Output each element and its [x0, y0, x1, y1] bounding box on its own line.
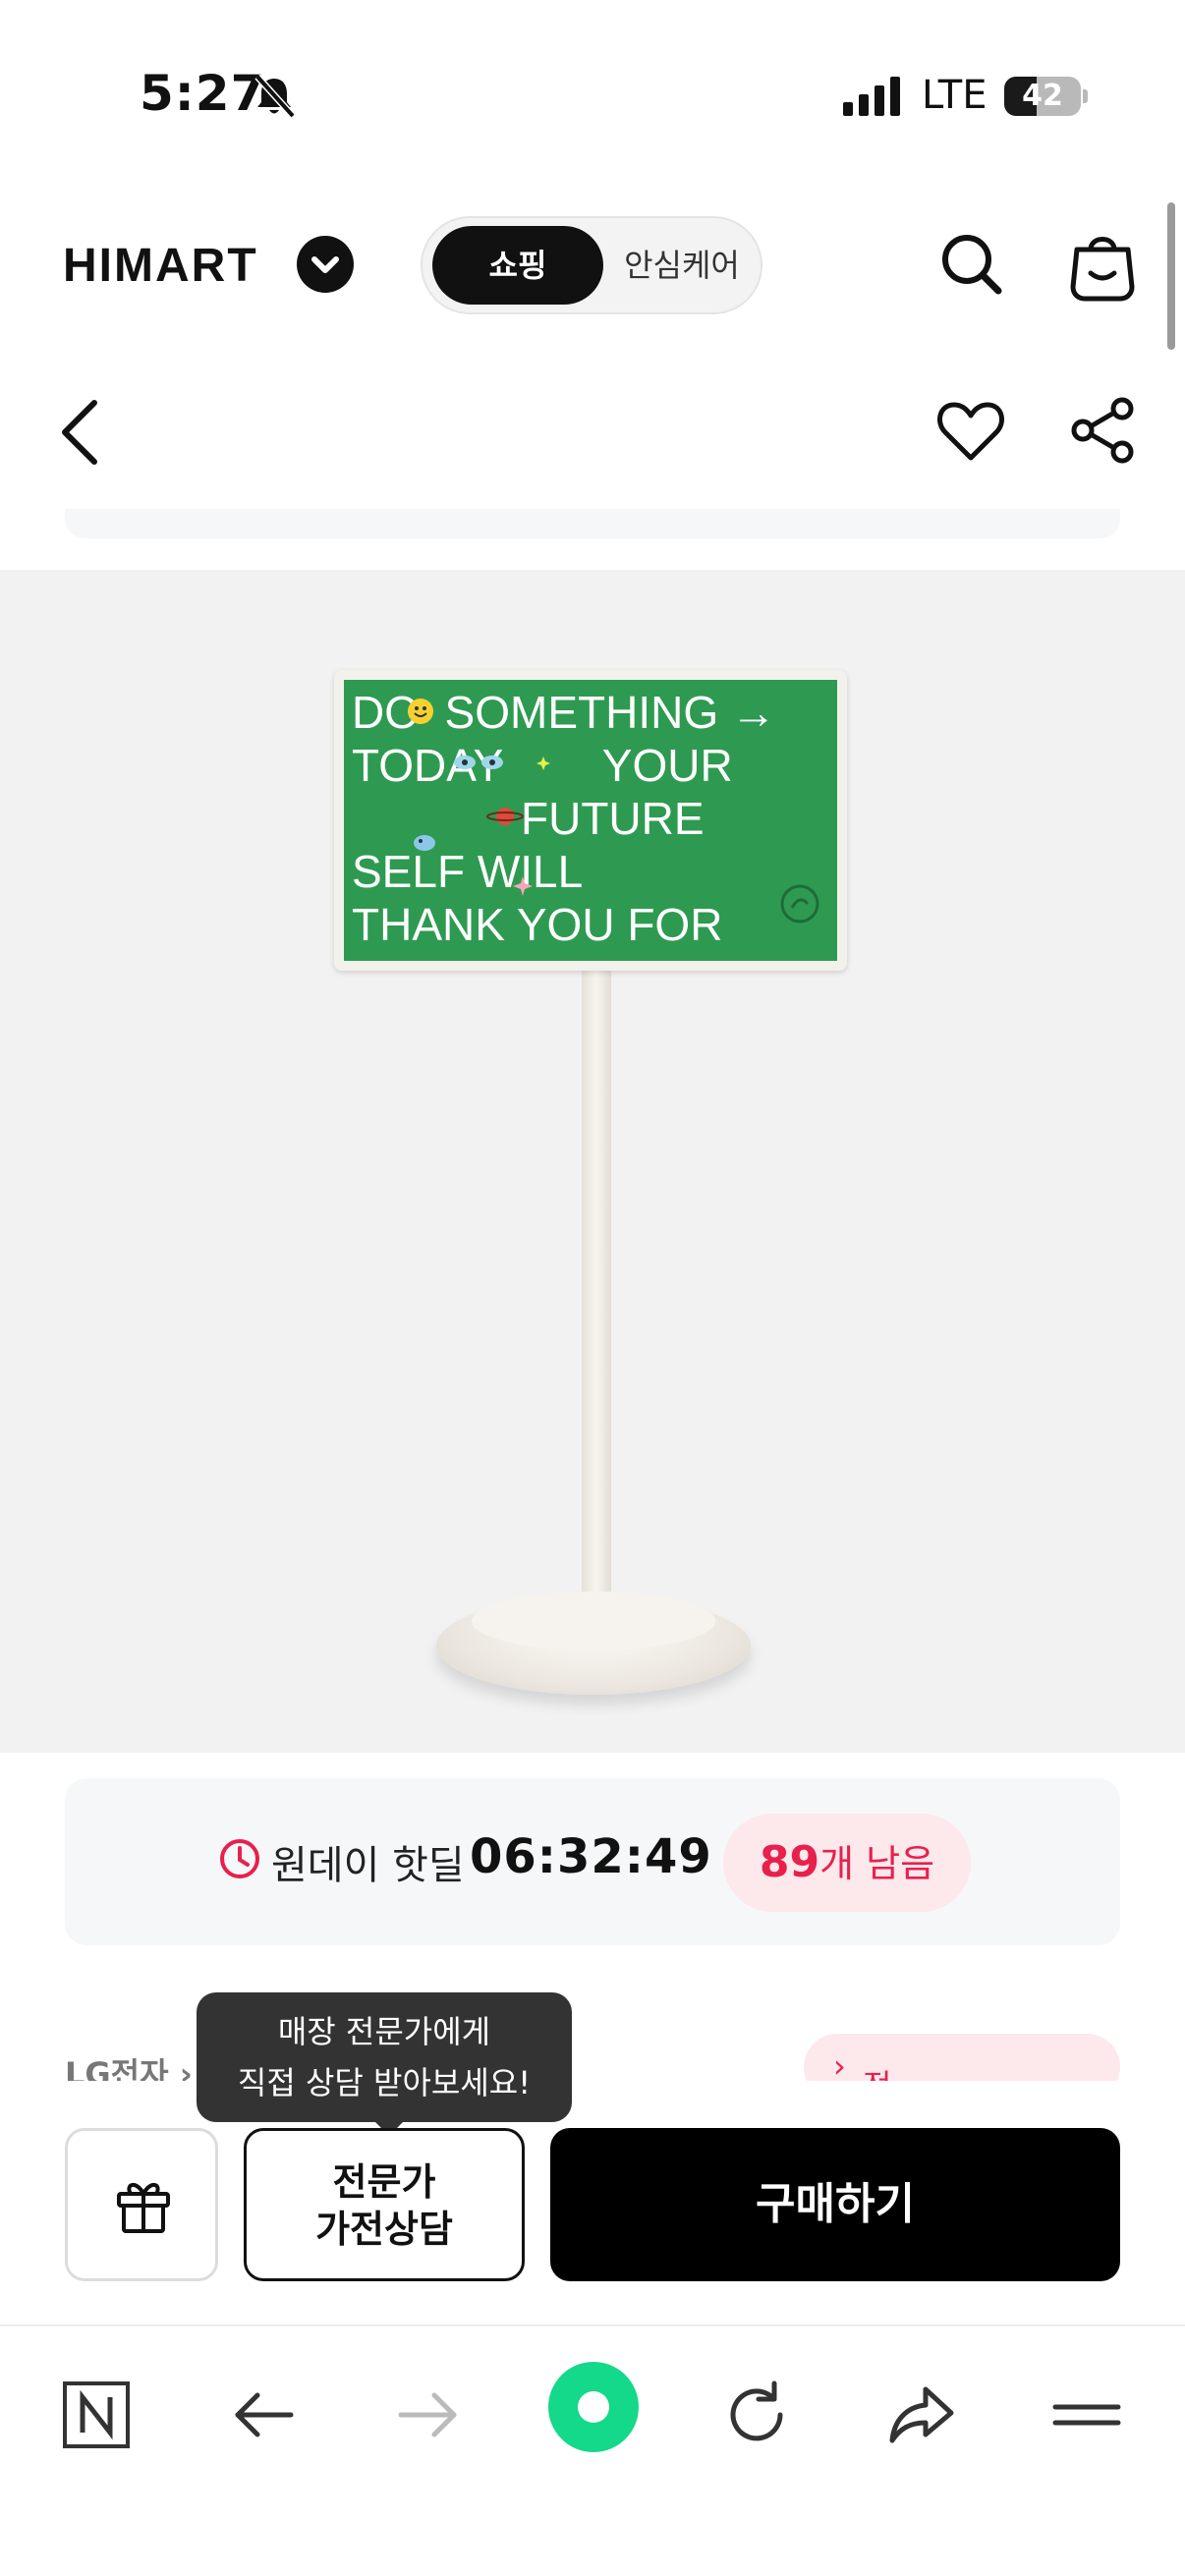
tooltip-line-1: 매장 전문가에게	[277, 2013, 491, 2050]
expert-button-line-1: 전문가	[332, 2160, 436, 2204]
eyes-sticker-icon	[454, 756, 503, 769]
peek-card	[65, 509, 1120, 538]
green-dot-home-icon[interactable]	[548, 2362, 639, 2452]
logo-stamp-icon	[780, 884, 819, 924]
deal-countdown: 06:32:49	[470, 1829, 712, 1884]
app-header: HIMART 쇼핑 안심케어	[0, 196, 1185, 334]
bird-sticker-icon	[414, 835, 435, 851]
display-screen: DO SOMETHING → TODAY YOUR FUTURE SELF WI…	[344, 680, 837, 961]
gift-button[interactable]	[65, 2128, 218, 2281]
product-nav	[0, 373, 1185, 491]
status-time: 5:27	[140, 65, 266, 122]
tab-safe-care[interactable]: 안심케어	[603, 226, 761, 305]
consult-tooltip: 매장 전문가에게 직접 상담 받아보세요!	[197, 1992, 572, 2122]
forward-arrow-icon[interactable]	[389, 2376, 468, 2454]
stand-base-top	[472, 1592, 715, 1651]
smiley-sticker-icon	[408, 699, 433, 724]
buy-button[interactable]: 구매하기	[550, 2128, 1120, 2281]
gift-icon	[117, 2183, 170, 2233]
share-icon[interactable]	[1065, 393, 1140, 468]
shopping-bag-icon[interactable]	[1065, 226, 1140, 305]
clock-icon	[220, 1839, 259, 1878]
brand-menu-chevron[interactable]	[297, 236, 354, 293]
back-arrow-icon[interactable]	[55, 395, 106, 470]
remaining-stock-badge: 89개 남음	[723, 1814, 971, 1912]
browser-toolbar	[0, 2324, 1185, 2576]
naver-n-icon[interactable]	[57, 2376, 136, 2454]
sparkle-sticker-icon	[536, 756, 550, 770]
bell-muted-icon	[254, 74, 296, 119]
screen-line-4: SELF WILL	[352, 846, 584, 897]
tooltip-line-2: 직접 상담 받아보세요!	[237, 2064, 532, 2101]
chevron-down-icon	[311, 256, 339, 273]
planet-sticker-icon	[486, 808, 524, 825]
screen-line-5: THANK YOU FOR	[352, 899, 723, 950]
scrollbar[interactable]	[1167, 202, 1175, 350]
brand-logo[interactable]: HIMART	[63, 239, 258, 293]
expert-button-line-2: 가전상담	[315, 2208, 453, 2251]
search-icon[interactable]	[933, 226, 1008, 301]
network-type: LTE	[922, 73, 988, 118]
remaining-count: 89	[759, 1837, 820, 1887]
screen-line-3: FUTURE	[521, 793, 705, 844]
remaining-unit: 개 남음	[819, 1842, 935, 1885]
stand-pole	[582, 963, 611, 1592]
battery-level: 42	[1022, 79, 1063, 113]
display-frame: DO SOMETHING → TODAY YOUR FUTURE SELF WI…	[334, 670, 847, 971]
tab-shopping[interactable]: 쇼핑	[432, 226, 603, 305]
battery-icon: 42	[1004, 77, 1088, 116]
status-bar: 5:27 LTE 42	[0, 0, 1185, 187]
section-divider	[0, 2081, 1185, 2120]
menu-icon[interactable]	[1047, 2376, 1126, 2454]
product-image[interactable]: DO SOMETHING → TODAY YOUR FUTURE SELF WI…	[0, 570, 1185, 1753]
share-forward-icon[interactable]	[882, 2376, 961, 2454]
expert-consult-button[interactable]: 전문가 가전상담	[244, 2128, 525, 2281]
one-day-deal-banner: 원데이 핫딜 06:32:49 89개 남음	[65, 1778, 1120, 1945]
shopping-care-toggle[interactable]: 쇼핑 안심케어	[421, 216, 762, 314]
deal-label: 원데이 핫딜	[271, 1843, 465, 1888]
reload-icon[interactable]	[717, 2376, 796, 2454]
signal-icon	[843, 77, 900, 116]
heart-icon[interactable]	[933, 393, 1008, 468]
star-sticker-icon	[513, 876, 533, 896]
back-arrow-icon[interactable]	[224, 2376, 303, 2454]
